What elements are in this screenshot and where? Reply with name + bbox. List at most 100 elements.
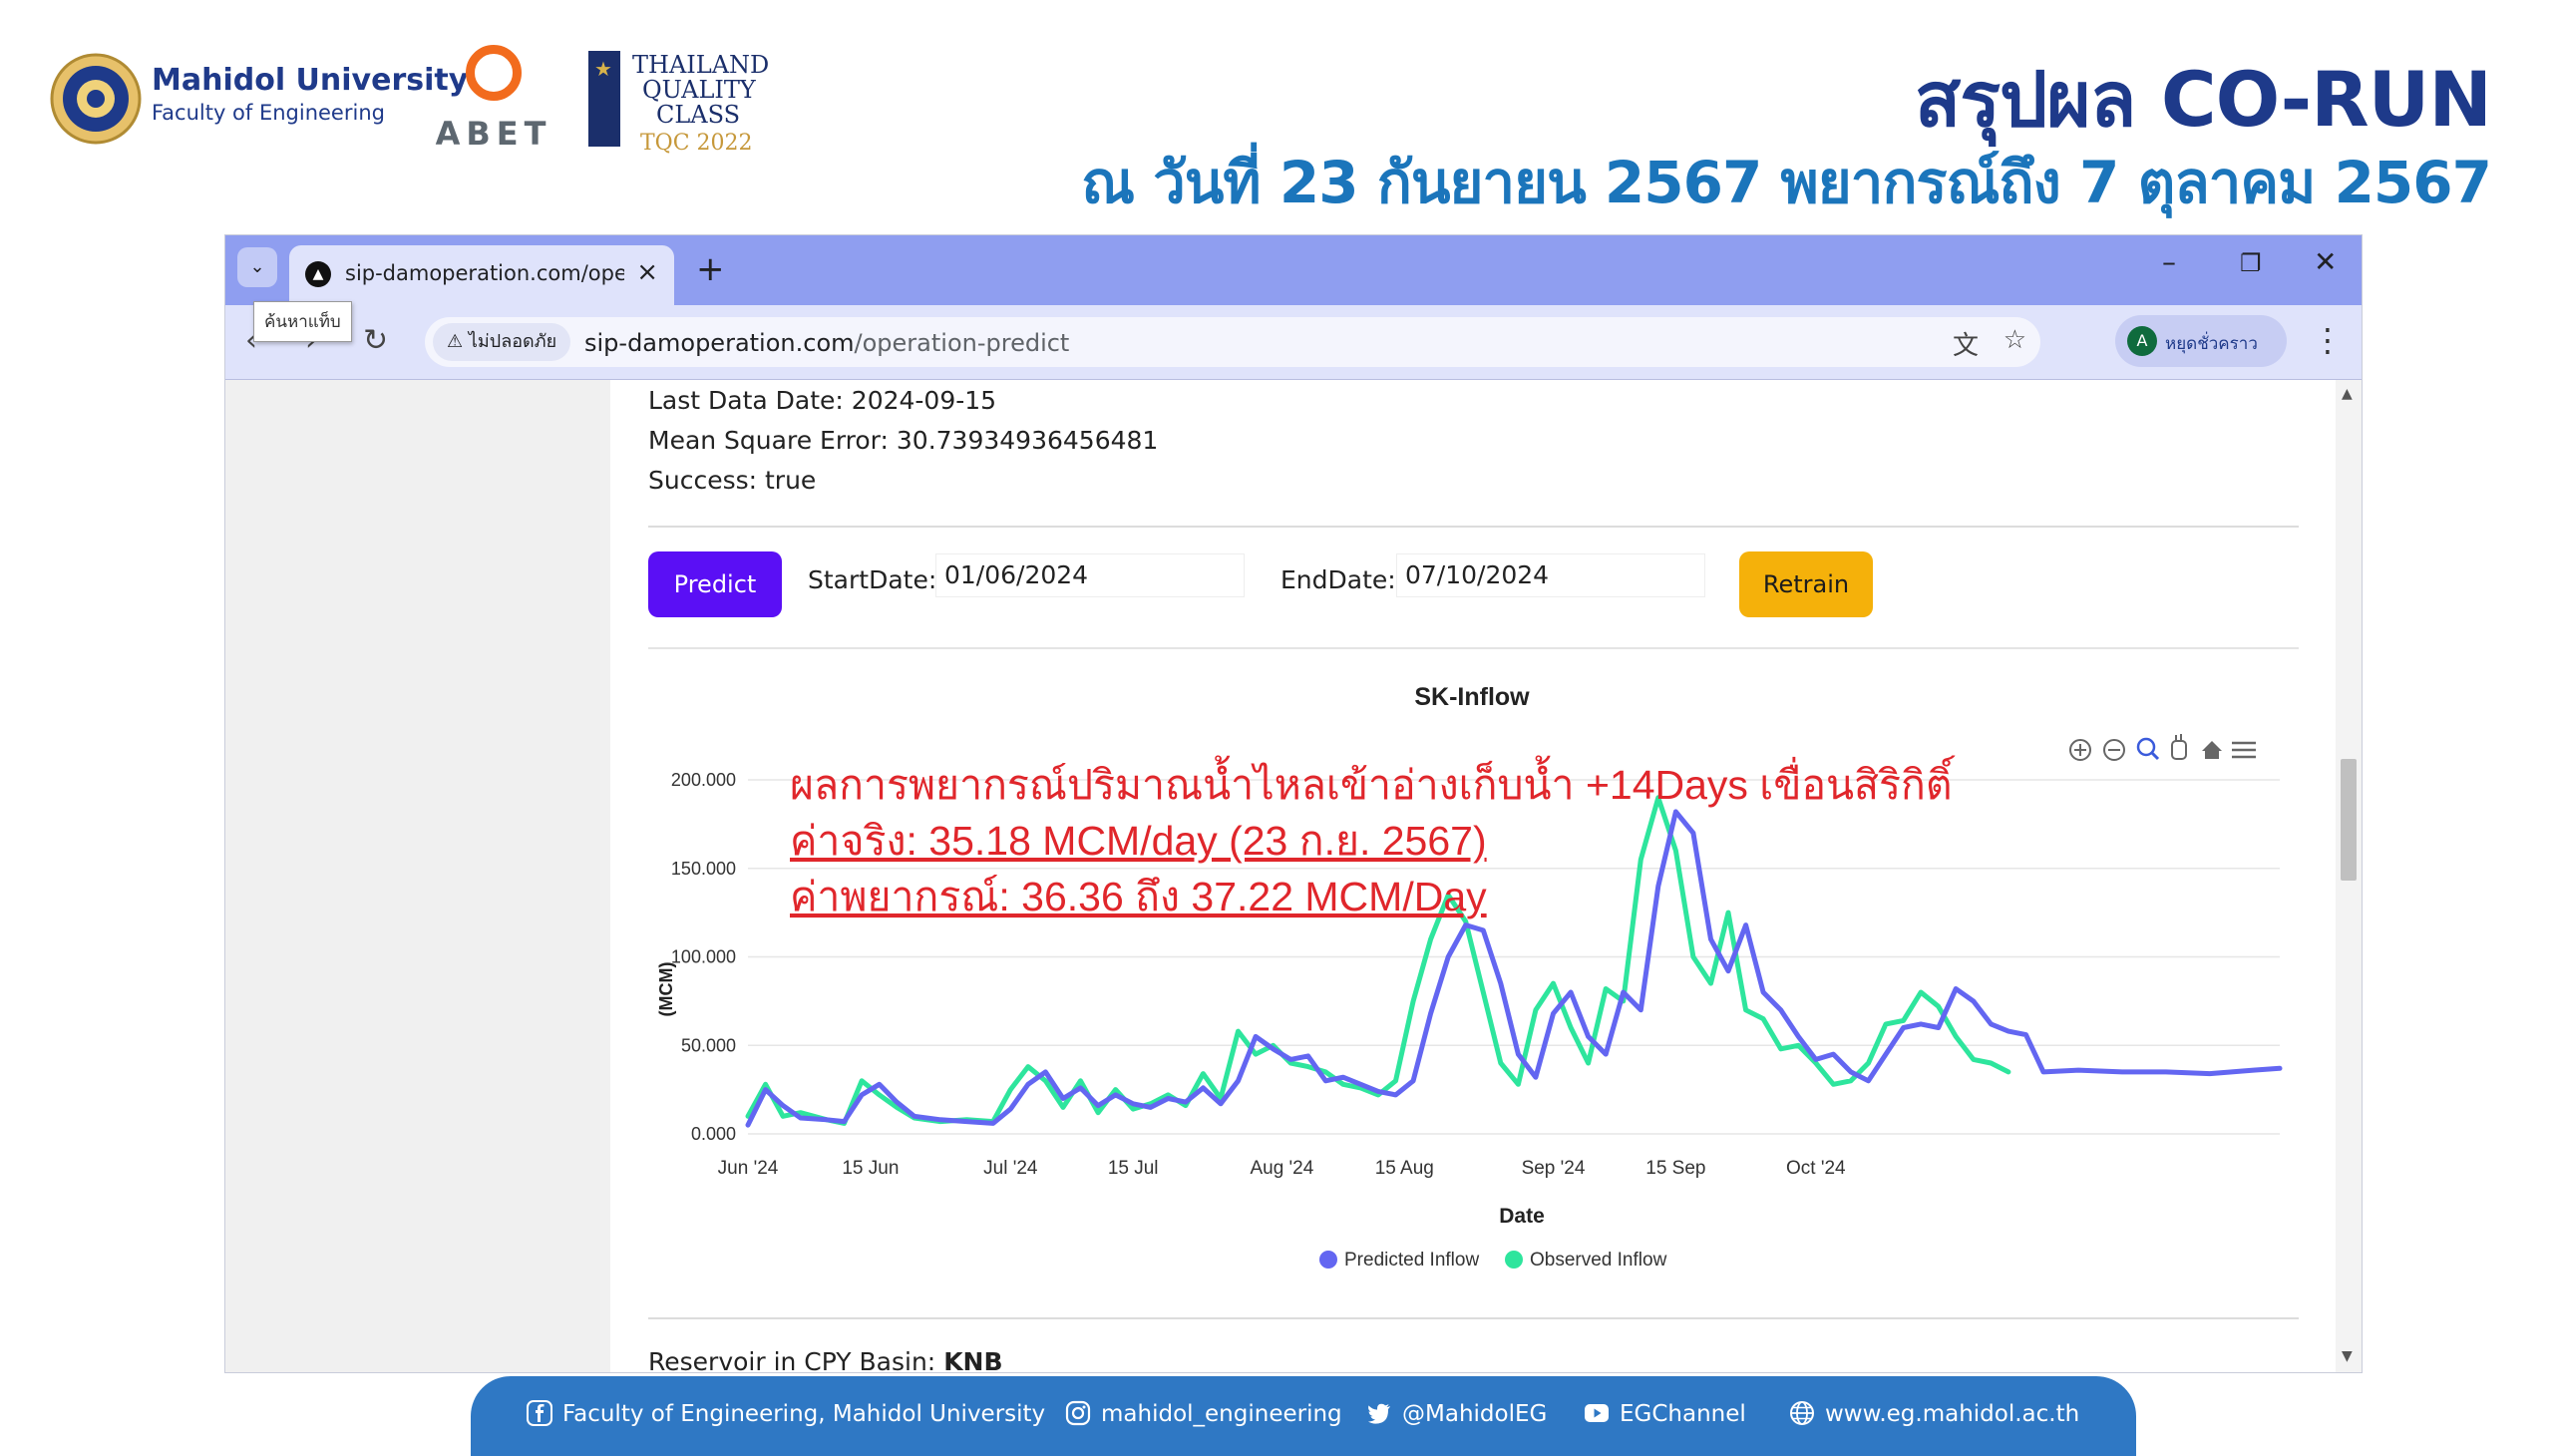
legend-marker <box>1505 1251 1523 1269</box>
y-tick-label: 150.000 <box>671 859 736 879</box>
annotation-line-3: ค่าพยากรณ์: 36.36 ถึง 37.22 MCM/Day <box>790 874 1487 919</box>
inflow-chart: SK-Inflow 0.000 50.000 100.000 150.000 200.0… <box>656 683 2283 1271</box>
retrain-button[interactable]: Retrain <box>1739 551 1873 617</box>
address-bar[interactable]: ⚠ ไม่ปลอดภัย sip-damoperation.com/operat… <box>425 317 2040 367</box>
browser-tab-active[interactable]: ▲ sip-damoperation.com/operation-predict… <box>289 245 674 305</box>
profile-status-label: หยุดชั่วคราว <box>2165 334 2258 354</box>
new-tab-plus-icon[interactable]: + <box>696 249 725 289</box>
footer-website-text: www.eg.mahidol.ac.th <box>1825 1401 2080 1427</box>
security-chip[interactable]: ⚠ ไม่ปลอดภัย <box>433 323 571 361</box>
x-tick-label: 15 Jul <box>1108 1158 1159 1179</box>
tab-close-icon[interactable]: × <box>636 257 658 287</box>
annotation-line-2: ค่าจริง: 35.18 MCM/day (23 ก.ย. 2567) <box>790 818 1487 864</box>
x-tick-label: 15 Jun <box>842 1158 899 1179</box>
legend-label: Observed Inflow <box>1530 1250 1667 1271</box>
footer-facebook: Faculty of Engineering, Mahidol Universi… <box>527 1400 1045 1427</box>
forecast-annotation: ผลการพยากรณ์ปริมาณน้ำไหลเข้าอ่างเก็บน้ำ … <box>790 755 1956 919</box>
start-date-input[interactable]: 01/06/2024 <box>935 553 1245 597</box>
legend-label: Predicted Inflow <box>1344 1250 1479 1271</box>
university-logo-text: Mahidol University Faculty of Engineerin… <box>152 63 468 127</box>
abet-ring-icon <box>466 45 522 101</box>
tqc-line1: THAILAND <box>632 51 770 79</box>
x-axis-label: Date <box>1499 1205 1545 1228</box>
browser-window: ⌄ ▲ sip-damoperation.com/operation-predi… <box>225 235 2362 1372</box>
chart-menu-icon[interactable] <box>2232 741 2256 759</box>
university-seal-icon <box>50 53 142 145</box>
translate-icon[interactable]: 文 <box>1953 325 1979 362</box>
next-section-value: KNB <box>943 1347 1003 1372</box>
y-tick-label: 0.000 <box>691 1124 736 1144</box>
y-tick-label: 100.000 <box>671 947 736 967</box>
footer-instagram-text: mahidol_engineering <box>1101 1401 1342 1427</box>
tqc-logo: ★ THAILAND QUALITY CLASS TQC 2022 <box>588 51 818 161</box>
chart-legend: Predicted Inflow Observed Inflow <box>1319 1250 1667 1271</box>
chevron-down-icon: ⌄ <box>249 256 265 277</box>
tab-strip: ⌄ ▲ sip-damoperation.com/operation-predi… <box>225 235 2362 305</box>
end-date-label: EndDate: <box>1280 565 1396 594</box>
y-tick-label: 200.000 <box>671 770 736 790</box>
kebab-menu-icon[interactable]: ⋮ <box>2312 321 2344 359</box>
reload-icon[interactable]: ↻ <box>363 323 388 358</box>
end-date-input[interactable]: 07/10/2024 <box>1396 553 1705 597</box>
twitter-bird-icon <box>1367 1403 1390 1424</box>
x-tick-label: Jun '24 <box>718 1158 779 1179</box>
tqc-line3: CLASS <box>656 101 741 129</box>
main-content: Last Data Date: 2024-09-15 Mean Square E… <box>648 380 2299 1372</box>
x-tick-label: Oct '24 <box>1786 1158 1846 1179</box>
legend-marker <box>1319 1251 1337 1269</box>
close-window-icon[interactable]: ✕ <box>2314 245 2337 278</box>
youtube-icon <box>1585 1404 1609 1422</box>
divider <box>648 647 2299 649</box>
minimize-icon[interactable]: – <box>2162 245 2176 278</box>
scroll-up-arrow-icon[interactable]: ▲ <box>2342 386 2353 402</box>
x-tick-label: Jul '24 <box>983 1158 1038 1179</box>
footer-instagram: mahidol_engineering <box>1065 1400 1342 1427</box>
chart-title: SK-Inflow <box>1414 683 1530 711</box>
scroll-down-arrow-icon[interactable]: ▼ <box>2342 1348 2353 1364</box>
predict-button[interactable]: Predict <box>648 551 782 617</box>
start-date-label: StartDate: <box>808 565 937 594</box>
instagram-icon <box>1065 1400 1091 1426</box>
zoom-in-icon[interactable] <box>2069 739 2091 761</box>
profile-button[interactable]: A หยุดชั่วคราว <box>2115 315 2287 367</box>
pan-hand-icon[interactable] <box>2171 734 2187 760</box>
abet-logo: ABET <box>434 45 553 153</box>
footer-website: www.eg.mahidol.ac.th <box>1789 1400 2079 1427</box>
tqc-emblem-icon: ★ <box>588 51 620 147</box>
success-status: Success: true <box>648 466 817 495</box>
x-tick-label: 15 Sep <box>1645 1158 1705 1179</box>
tqc-year: TQC 2022 <box>640 131 753 156</box>
bookmark-star-icon[interactable]: ☆ <box>2004 325 2026 355</box>
footer-twitter-text: @MahidolEG <box>1402 1401 1548 1427</box>
header-logos: Mahidol University Faculty of Engineerin… <box>50 45 808 165</box>
site-favicon-icon: ▲ <box>305 261 331 287</box>
scrollbar-thumb[interactable] <box>2341 759 2357 881</box>
tab-search-button[interactable]: ⌄ <box>237 247 277 287</box>
left-sidebar <box>225 380 610 1372</box>
globe-icon <box>1790 1401 1814 1425</box>
divider <box>648 1317 2299 1319</box>
restore-icon[interactable]: ❐ <box>2240 249 2262 277</box>
security-label: ไม่ปลอดภัย <box>468 331 557 352</box>
reset-home-icon[interactable] <box>2202 741 2222 759</box>
avatar: A <box>2127 326 2157 356</box>
footer-twitter: @MahidolEG <box>1366 1400 1547 1427</box>
last-data-date: Last Data Date: 2024-09-15 <box>648 386 997 415</box>
mean-square-error: Mean Square Error: 30.73934936456481 <box>648 426 1159 455</box>
url-text[interactable]: sip-damoperation.com/operation-predict <box>584 329 1069 357</box>
x-tick-label: 15 Aug <box>1375 1158 1434 1179</box>
chart-toolbar <box>2069 734 2256 761</box>
selection-zoom-icon[interactable] <box>2136 737 2160 761</box>
x-tick-label: Aug '24 <box>1250 1158 1313 1179</box>
footer-youtube: EGChannel <box>1584 1400 1746 1427</box>
slide-subtitle: ณ วันที่ 23 กันยายน 2567 พยากรณ์ถึง 7 ตุ… <box>1081 149 2492 216</box>
zoom-out-icon[interactable] <box>2103 739 2125 761</box>
y-axis: 0.000 50.000 100.000 150.000 200.000 <box>671 770 736 1144</box>
vertical-scrollbar[interactable]: ▲ ▼ <box>2336 380 2362 1372</box>
next-section-heading: Reservoir in CPY Basin: KNB <box>648 1347 1003 1372</box>
slide-footer: Faculty of Engineering, Mahidol Universi… <box>471 1376 2136 1456</box>
y-tick-label: 50.000 <box>681 1035 736 1055</box>
facebook-icon <box>527 1400 552 1426</box>
footer-youtube-text: EGChannel <box>1620 1401 1746 1427</box>
next-section-label: Reservoir in CPY Basin: <box>648 1347 936 1372</box>
